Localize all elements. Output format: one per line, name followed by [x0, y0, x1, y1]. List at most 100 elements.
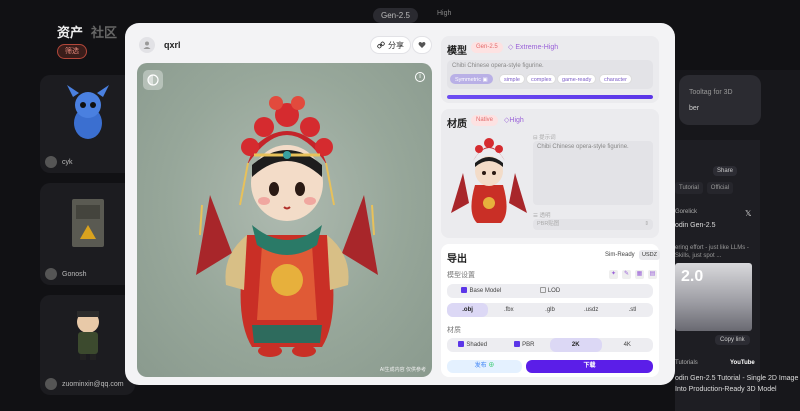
- tag-symmetric[interactable]: Symmetric ▣: [450, 74, 493, 84]
- shaded-option[interactable]: Shaded: [447, 338, 499, 352]
- news-tabs: Tutorial Official: [675, 182, 760, 194]
- material-type-value: PBR贴图: [537, 221, 560, 227]
- promo-subtitle: ber: [689, 105, 700, 112]
- grid-icon[interactable]: ▦: [635, 270, 644, 279]
- asset-user: cyk: [45, 156, 73, 168]
- asset-card[interactable]: zuominxin@qq.com: [40, 295, 135, 395]
- export-title: 导出: [447, 254, 467, 265]
- tab-community[interactable]: 社区: [91, 25, 117, 40]
- usdz-badge: USDZ: [639, 250, 660, 260]
- asset-user: zuominxin@qq.com: [45, 378, 124, 390]
- lod-label: LOD: [547, 288, 561, 294]
- material-prompt[interactable]: Chibi Chinese opera-style figurine.: [533, 141, 653, 205]
- material-quality: ◇High: [504, 117, 524, 124]
- view-mode-button[interactable]: [143, 70, 163, 90]
- x-icon[interactable]: 𝕏: [745, 209, 751, 218]
- action-buttons: 发布 ⊕ 下载: [447, 360, 653, 373]
- material-label: 材质: [447, 327, 461, 334]
- pbr-option[interactable]: PBR: [499, 338, 551, 352]
- tab-tutorial[interactable]: Tutorial: [675, 182, 703, 194]
- promo-card[interactable]: Tooltag for 3D ber: [679, 75, 761, 125]
- share-label: 分享: [388, 40, 404, 50]
- format-row: .obj .fbx .glb .usdz .stl: [447, 303, 653, 317]
- bg-tabs: 资产 社区: [57, 22, 125, 41]
- quality-text: Extreme-High: [515, 44, 559, 51]
- tag-symmetric-label: Symmetric: [455, 77, 481, 83]
- opera-figurine-model: [196, 96, 378, 357]
- copy-link-button[interactable]: Copy link: [715, 335, 750, 345]
- layers-icon[interactable]: ▤: [648, 270, 657, 279]
- resolution-2k[interactable]: 2K: [550, 338, 602, 352]
- model-settings-label: 模型设置: [447, 272, 475, 279]
- format-obj[interactable]: .obj: [447, 303, 489, 317]
- model-title: 模型: [447, 46, 467, 57]
- avatar: [45, 268, 57, 280]
- asset-card[interactable]: Gonosh 8: [40, 183, 135, 285]
- chevron-icon: ⇕: [644, 221, 649, 227]
- model-viewer[interactable]: i AI生成内容 仅供参考: [137, 63, 432, 377]
- download-button[interactable]: 下载: [526, 360, 653, 373]
- user-icon: [143, 41, 151, 49]
- quality-badge: ◇ Extreme-High: [508, 44, 559, 51]
- asset-thumbnail: [40, 75, 135, 151]
- base-model-option[interactable]: Base Model: [447, 284, 516, 298]
- shaded-label: Shaded: [466, 342, 488, 348]
- asset-thumbnail: [40, 183, 135, 263]
- material-type-select[interactable]: PBR贴图 ⇕: [533, 219, 653, 230]
- edit-icon[interactable]: ✎: [622, 270, 631, 279]
- avatar: [45, 378, 57, 390]
- model-prompt: Chibi Chinese opera-style figurine.: [452, 63, 544, 69]
- tag-game-ready[interactable]: game-ready: [557, 74, 597, 84]
- version-badge: Gen-2.5: [471, 42, 503, 53]
- resolution-4k[interactable]: 4K: [602, 338, 654, 352]
- format-stl[interactable]: .stl: [612, 303, 653, 317]
- asset-thumbnail: [40, 295, 135, 373]
- checkbox-checked: [461, 287, 468, 293]
- tag-simple[interactable]: simple: [499, 74, 525, 84]
- share-button[interactable]: Share: [713, 166, 738, 176]
- tag-character[interactable]: character: [599, 74, 632, 84]
- pbr-label: PBR: [522, 342, 535, 348]
- checkbox-unchecked: [539, 287, 546, 293]
- material-options-row: Shaded PBR 2K 4K: [447, 338, 653, 352]
- tab-assets[interactable]: 资产: [57, 25, 83, 40]
- post-image-text: 2.0: [681, 268, 704, 285]
- format-glb[interactable]: .glb: [529, 303, 570, 317]
- filter-button[interactable]: 筛选: [57, 44, 87, 59]
- checkbox-checked: [458, 341, 465, 347]
- tag-complex[interactable]: complex: [526, 74, 557, 84]
- user-name: zuominxin@qq.com: [62, 380, 124, 388]
- tab-official[interactable]: Official: [706, 182, 734, 194]
- info-icon[interactable]: i: [415, 72, 425, 82]
- share-button[interactable]: 分享: [370, 36, 411, 54]
- video-title[interactable]: odin Gen-2.5 Tutorial - Single 2D Image …: [675, 373, 800, 395]
- empty-option: [584, 284, 653, 298]
- material-thumbnail: [451, 138, 527, 223]
- viewer-note: AI生成内容 仅供参考: [379, 367, 426, 373]
- material-quality-text: High: [509, 117, 524, 124]
- base-model-label: Base Model: [469, 288, 502, 294]
- news-panel: Share Tutorial Official Gorelick 𝕏 odin …: [675, 140, 798, 411]
- user-name: Gonosh: [62, 270, 87, 278]
- version-selector[interactable]: Gen-2.5: [373, 8, 418, 23]
- publish-button[interactable]: 发布 ⊕: [447, 360, 522, 373]
- lod-option[interactable]: LOD: [516, 284, 585, 298]
- checkbox-checked: [514, 341, 521, 347]
- link-icon: [377, 41, 385, 49]
- youtube-icon: YouTube: [730, 360, 755, 366]
- heart-icon: [418, 42, 426, 48]
- model-prompt-box[interactable]: Chibi Chinese opera-style figurine. Symm…: [447, 60, 653, 89]
- format-usdz[interactable]: .usdz: [571, 303, 612, 317]
- modal-user: qxrl: [139, 37, 181, 53]
- generation-progress: [447, 95, 653, 99]
- like-button[interactable]: [412, 36, 432, 54]
- asset-card[interactable]: cyk 4: [40, 75, 135, 173]
- publish-label: 发布: [474, 363, 487, 369]
- base-model-row: Base Model LOD: [447, 284, 653, 298]
- avatar: [45, 156, 57, 168]
- model-section: 模型 Gen-2.5 ◇ Extreme-High Chibi Chinese …: [441, 36, 659, 103]
- model-settings-icons: ✦ ✎ ▦ ▤: [609, 270, 657, 279]
- format-fbx[interactable]: .fbx: [488, 303, 529, 317]
- rig-icon[interactable]: ✦: [609, 270, 618, 279]
- asset-detail-modal: qxrl 分享 i AI生成内容 仅供参考 模型 Gen-2.5 ◇ Extre…: [125, 23, 675, 385]
